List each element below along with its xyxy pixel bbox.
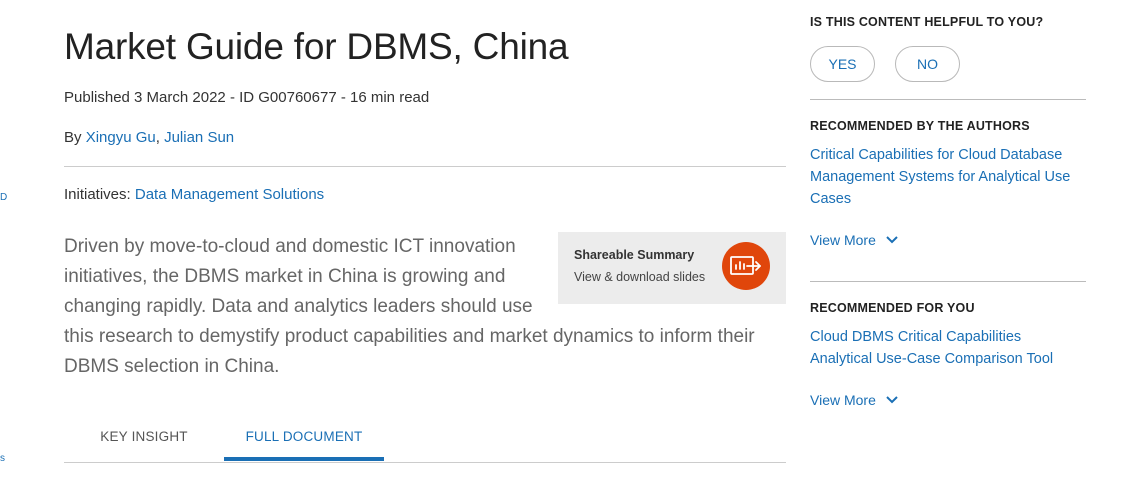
shareable-summary-title: Shareable Summary [574,248,695,262]
chevron-down-icon [886,396,898,404]
tab-full-document[interactable]: FULL DOCUMENT [224,419,384,461]
page-title: Market Guide for DBMS, China [64,26,569,67]
initiatives-line: Initiatives: Data Management Solutions [64,186,324,203]
sidebar-divider [810,281,1086,282]
initiatives-label: Initiatives: [64,186,135,203]
chevron-down-icon [886,236,898,244]
shareable-summary-card[interactable]: Shareable Summary View & download slides [558,232,786,304]
author-separator: , [155,129,165,146]
author-line: By Xingyu Gu, Julian Sun [64,129,234,146]
helpful-heading: IS THIS CONTENT HELPFUL TO YOU? [810,15,1044,29]
shareable-summary-subtitle: View & download slides [574,270,706,284]
recommended-link[interactable]: Cloud DBMS Critical Capabilities Analyti… [810,326,1066,370]
sidebar-divider [810,99,1086,100]
publication-meta: Published 3 March 2022 - ID G00760677 - … [64,89,430,106]
no-button[interactable]: NO [895,46,960,82]
author-link-julian-sun[interactable]: Julian Sun [164,129,234,146]
author-link-xingyu-gu[interactable]: Xingyu Gu [86,129,156,146]
tab-key-insight[interactable]: KEY INSIGHT [64,419,224,459]
view-more-label: View More [810,232,876,248]
recommended-by-authors-heading: RECOMMENDED BY THE AUTHORS [810,119,1030,133]
document-tabs: KEY INSIGHT FULL DOCUMENT [64,419,786,463]
divider [64,166,786,167]
recommended-for-you-heading: RECOMMENDED FOR YOU [810,301,975,315]
view-more-authors-button[interactable]: View More [810,232,898,248]
clipped-left-text: D [0,192,8,203]
document-summary: Shareable Summary View & download slides… [64,232,786,382]
view-more-for-you-button[interactable]: View More [810,392,898,408]
yes-button[interactable]: YES [810,46,875,82]
recommended-link[interactable]: Critical Capabilities for Cloud Database… [810,144,1086,210]
view-more-label: View More [810,392,876,408]
clipped-left-text: s [0,453,5,464]
by-label: By [64,129,86,146]
initiative-link[interactable]: Data Management Solutions [135,186,324,203]
presentation-export-icon[interactable] [722,242,770,290]
